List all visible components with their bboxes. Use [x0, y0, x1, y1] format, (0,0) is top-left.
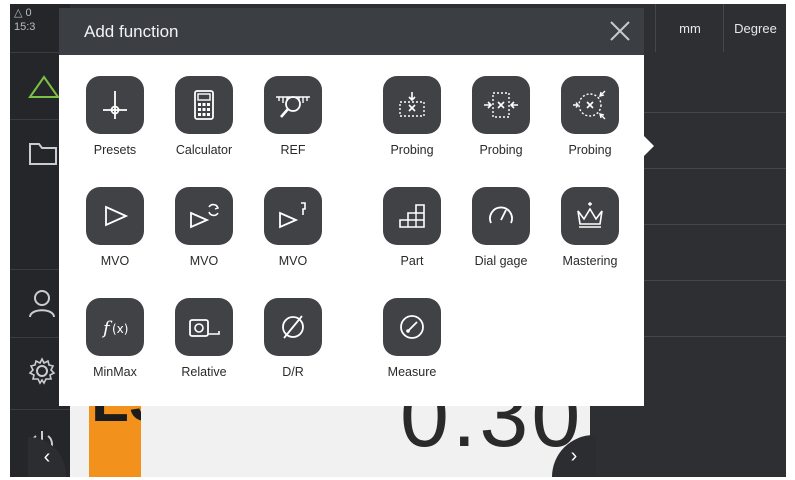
tile-label: Part	[400, 254, 424, 268]
gear-icon	[28, 356, 56, 385]
tile-calculator[interactable]: Calculator	[165, 76, 243, 186]
triangle-icon	[28, 74, 60, 98]
axis-label-box[interactable]: LS	[89, 399, 141, 477]
mvo-cycle-icon	[190, 203, 220, 229]
calculator-icon	[194, 90, 214, 120]
tile-label: Measure	[387, 365, 437, 379]
ruler-magnifier-icon	[276, 96, 310, 118]
tile-mvo-signal[interactable]: MVO	[254, 187, 332, 297]
part-counter-icon	[399, 204, 425, 228]
function-icon: f (x)	[101, 318, 128, 339]
gauge-icon	[400, 315, 424, 339]
row-divider	[640, 224, 786, 225]
tile-label: MinMax	[93, 365, 137, 379]
tile-label: D/R	[282, 365, 304, 379]
tile-minmax[interactable]: f (x) MinMax	[76, 298, 154, 408]
unit-length-button[interactable]: mm	[655, 4, 724, 52]
tile-label: Probing	[390, 143, 434, 157]
dialog-title: Add function	[84, 22, 179, 41]
user-icon	[29, 289, 55, 317]
tile-label: Mastering	[562, 254, 618, 268]
row-divider	[640, 280, 786, 281]
tile-mastering[interactable]: Mastering	[551, 187, 629, 297]
tile-part[interactable]: Part	[373, 187, 451, 297]
tile-label: Probing	[479, 143, 523, 157]
tile-probing-center[interactable]: Probing	[462, 76, 540, 186]
tile-relative[interactable]: Relative	[165, 298, 243, 408]
dial-gage-icon	[489, 206, 513, 224]
tile-label: Calculator	[175, 143, 233, 157]
probe-center-icon	[484, 92, 518, 118]
row-divider	[640, 168, 786, 169]
tile-label: Relative	[181, 365, 227, 379]
tile-label: MVO	[278, 254, 308, 268]
close-icon[interactable]	[608, 19, 632, 43]
display-right-panel	[590, 399, 786, 477]
svg-text:(x): (x)	[112, 322, 128, 336]
row-divider	[640, 112, 786, 113]
dialog-body: Presets Calculator REF Probing Probing P…	[59, 55, 644, 406]
tile-label: Presets	[93, 143, 137, 157]
tile-label: MVO	[100, 254, 130, 268]
tile-mvo-cycle[interactable]: MVO	[165, 187, 243, 297]
tile-label: Dial gage	[474, 254, 528, 268]
mvo-icon	[105, 205, 129, 227]
mvo-signal-icon	[279, 202, 306, 229]
tile-mvo[interactable]: MVO	[76, 187, 154, 297]
tile-measure[interactable]: Measure	[373, 298, 451, 408]
tile-presets[interactable]: Presets	[76, 76, 154, 186]
tile-probing-circle[interactable]: Probing	[551, 76, 629, 186]
crosshair-icon	[103, 91, 127, 119]
dialog-header: Add function	[59, 8, 644, 55]
unit-angle-button[interactable]: Degree	[723, 4, 786, 52]
diameter-icon	[282, 315, 304, 339]
row-divider	[640, 336, 786, 337]
tile-diameter-radius[interactable]: D/R	[254, 298, 332, 408]
app-frame: △ 0 15:3 mm Degree L 0.301 ‹ › Add funct…	[10, 4, 786, 477]
crown-icon	[577, 202, 603, 228]
add-function-dialog: Add function Presets Calculator REF Prob…	[59, 8, 654, 406]
folder-icon	[29, 142, 57, 165]
dialog-pointer	[644, 136, 654, 156]
probe-circle-icon	[573, 90, 606, 120]
tile-dial-gage[interactable]: Dial gage	[462, 187, 540, 297]
tape-measure-icon	[189, 319, 220, 337]
tile-probing-edge[interactable]: Probing	[373, 76, 451, 186]
tile-label: MVO	[189, 254, 219, 268]
probe-edge-icon	[399, 92, 425, 117]
tile-label: Probing	[568, 143, 612, 157]
tile-label: REF	[280, 143, 306, 157]
tile-ref[interactable]: REF	[254, 76, 332, 186]
